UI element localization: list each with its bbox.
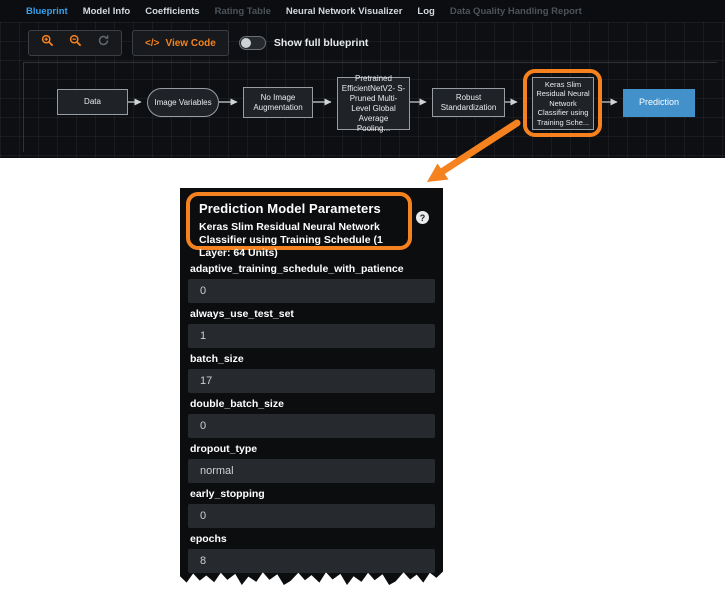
node-keras-slim-residual[interactable]: Keras Slim Residual Neural Network Class… <box>532 77 594 130</box>
param-row: dropout_type normal <box>188 443 435 483</box>
zoom-in-button[interactable] <box>35 32 59 54</box>
tab-log[interactable]: Log <box>417 6 434 17</box>
param-row: adaptive_training_schedule_with_patience… <box>188 263 435 303</box>
zoom-out-icon <box>69 34 82 52</box>
param-value-field[interactable]: 0 <box>188 279 435 303</box>
refresh-icon <box>97 34 110 52</box>
param-name: adaptive_training_schedule_with_patience <box>190 263 433 275</box>
node-pretrained-efficientnet[interactable]: Pretrained EfficientNetV2- S-Pruned Mult… <box>337 77 410 130</box>
param-value-field[interactable]: 0 <box>188 504 435 528</box>
show-full-blueprint-control: Show full blueprint <box>239 36 369 50</box>
tab-blueprint[interactable]: Blueprint <box>26 6 68 17</box>
param-value-field[interactable]: 17 <box>188 369 435 393</box>
panel-title: Prediction Model Parameters <box>199 201 399 216</box>
info-icon[interactable]: ? <box>416 211 429 224</box>
param-name: batch_size <box>190 353 433 365</box>
prediction-model-parameters-panel: Prediction Model Parameters Keras Slim R… <box>180 188 443 585</box>
blueprint-canvas[interactable]: </> View Code Show full blueprint <box>0 22 725 158</box>
tab-coefficients[interactable]: Coefficients <box>145 6 199 17</box>
param-value-field[interactable]: 8 <box>188 549 435 573</box>
reset-zoom-button[interactable] <box>91 32 115 54</box>
code-icon: </> <box>145 38 159 49</box>
tab-neural-network-visualizer[interactable]: Neural Network Visualizer <box>286 6 403 17</box>
param-row: early_stopping 0 <box>188 488 435 528</box>
blueprint-toolbar: </> View Code Show full blueprint <box>28 30 368 56</box>
param-value-field[interactable]: 1 <box>188 324 435 348</box>
tab-model-info[interactable]: Model Info <box>83 6 131 17</box>
node-data[interactable]: Data <box>57 89 128 115</box>
zoom-out-button[interactable] <box>63 32 87 54</box>
param-row: always_use_test_set 1 <box>188 308 435 348</box>
param-row: double_batch_size 0 <box>188 398 435 438</box>
param-name: dropout_type <box>190 443 433 455</box>
param-name: epochs <box>190 533 433 545</box>
show-full-blueprint-toggle[interactable] <box>239 36 266 50</box>
show-full-blueprint-label: Show full blueprint <box>274 37 369 49</box>
param-value-field[interactable]: normal <box>188 459 435 483</box>
parameters-list: adaptive_training_schedule_with_patience… <box>188 258 435 573</box>
param-row: batch_size 17 <box>188 353 435 393</box>
node-robust-standardization[interactable]: Robust Standardization <box>432 88 505 117</box>
panel-header-highlight-ring: Prediction Model Parameters Keras Slim R… <box>186 192 412 250</box>
param-name: early_stopping <box>190 488 433 500</box>
view-code-label: View Code <box>165 38 215 49</box>
panel-subtitle: Keras Slim Residual Neural Network Class… <box>199 221 399 260</box>
node-no-image-augmentation[interactable]: No Image Augmentation <box>243 87 313 118</box>
zoom-in-icon <box>41 34 54 52</box>
node-prediction[interactable]: Prediction <box>623 89 695 117</box>
param-row: epochs 8 <box>188 533 435 573</box>
node-image-variables[interactable]: Image Variables <box>147 88 219 117</box>
param-name: always_use_test_set <box>190 308 433 320</box>
param-name: double_batch_size <box>190 398 433 410</box>
model-tab-bar: Blueprint Model Info Coefficients Rating… <box>0 0 725 22</box>
toggle-knob <box>241 38 251 48</box>
tab-data-quality-handling-report: Data Quality Handling Report <box>450 6 582 17</box>
view-code-button[interactable]: </> View Code <box>132 30 229 56</box>
param-value-field[interactable]: 0 <box>188 414 435 438</box>
page: Blueprint Model Info Coefficients Rating… <box>0 0 725 594</box>
tab-rating-table: Rating Table <box>215 6 271 17</box>
zoom-button-group <box>28 30 122 56</box>
